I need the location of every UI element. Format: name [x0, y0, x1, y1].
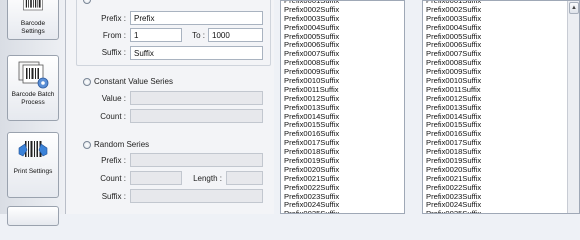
suffix-field[interactable]: Suffix [130, 46, 263, 60]
list-item[interactable]: Prefix0025Suffix [281, 209, 404, 213]
constant-value-field[interactable] [130, 91, 263, 105]
sidebar-next-button[interactable] [7, 206, 59, 226]
random-series-title[interactable]: Random Series [94, 140, 149, 149]
random-prefix-field[interactable] [130, 153, 263, 167]
constant-series-title[interactable]: Constant Value Series [94, 77, 173, 86]
barcode-batch-process-button[interactable]: Barcode Batch Process [7, 55, 59, 121]
print-settings-icon [18, 141, 48, 157]
constant-count-label: Count : [100, 112, 126, 121]
random-suffix-field[interactable] [130, 189, 263, 203]
to-label: To : [192, 31, 205, 40]
barcode-batch-process-label: Barcode Batch Process [11, 91, 55, 106]
scroll-up-arrow-icon[interactable]: ▲ [569, 2, 579, 14]
selected-list-scrollbar[interactable]: ▲ [567, 1, 579, 213]
constant-series-radio[interactable] [83, 78, 91, 86]
list-item[interactable]: Prefix0025Suffix [423, 209, 579, 213]
barcode-settings-button[interactable]: Barcode Settings [7, 0, 59, 40]
random-suffix-label: Suffix : [101, 192, 126, 201]
to-field[interactable]: 1000 [208, 28, 263, 42]
random-series-radio[interactable] [83, 141, 91, 149]
selected-values-list[interactable]: Prefix0001Suffix Prefix0002Suffix Prefix00… [422, 0, 580, 214]
print-settings-label: Print Settings [13, 168, 53, 175]
print-settings-button[interactable]: Print Settings [7, 132, 59, 198]
sidebar: Barcode Settings Barcode Batch Process P… [0, 0, 66, 226]
from-label: From : [102, 31, 126, 40]
barcode-settings-icon [23, 0, 43, 11]
barcode-settings-label: Barcode Settings [20, 20, 46, 35]
prefix-label: Prefix : [101, 14, 126, 23]
random-length-field[interactable] [226, 171, 263, 185]
random-count-field[interactable] [130, 171, 182, 185]
constant-value-label: Value : [101, 94, 126, 103]
random-prefix-label: Prefix : [101, 156, 126, 165]
prefix-field[interactable]: Prefix [130, 11, 263, 25]
from-field[interactable]: 1 [130, 28, 182, 42]
random-count-label: Count : [100, 174, 126, 183]
generated-values-list[interactable]: Prefix0001Suffix Prefix0002Suffix Prefix00… [280, 0, 405, 214]
constant-count-field[interactable] [130, 109, 263, 123]
random-length-label: Length : [193, 174, 222, 183]
barcode-batch-icon [18, 61, 49, 89]
suffix-label: Suffix : [101, 48, 126, 57]
series-form-panel: Prefix : Prefix From : 1 To : 1000 Suffi… [66, 0, 274, 214]
